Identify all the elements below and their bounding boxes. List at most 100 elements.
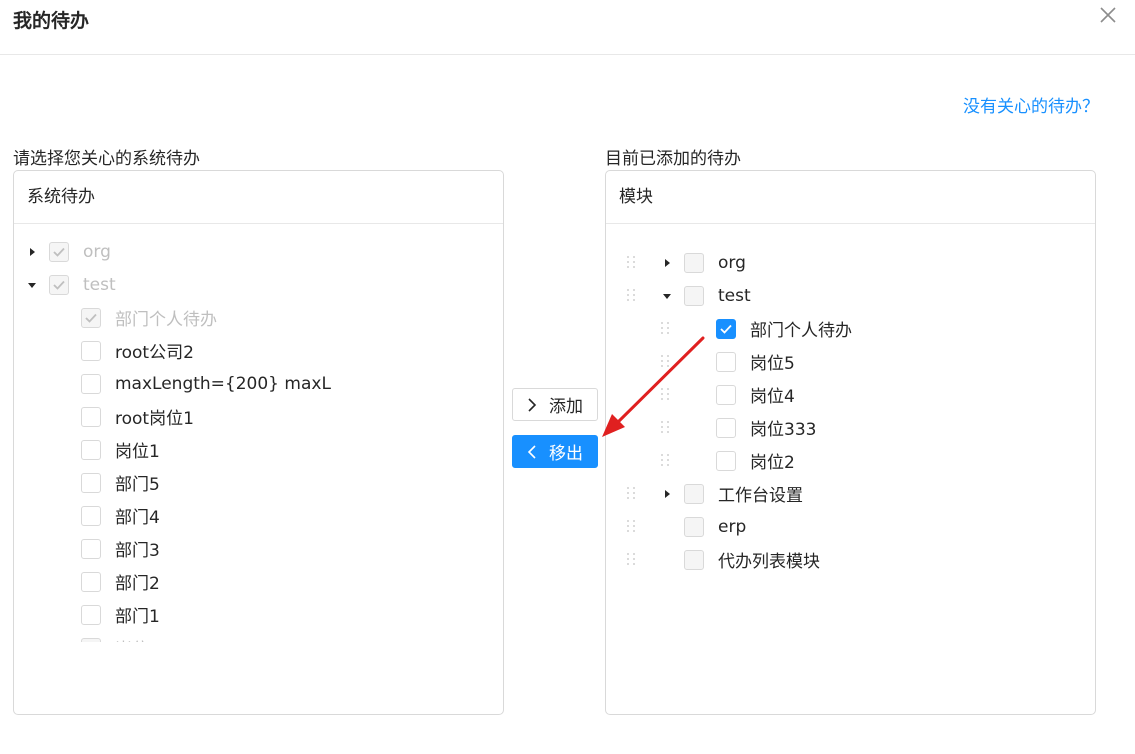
caret-down-icon[interactable] bbox=[662, 291, 672, 301]
tree-node[interactable]: 部门1 bbox=[81, 598, 160, 631]
caret-right-icon[interactable] bbox=[662, 489, 672, 499]
node-checkbox[interactable] bbox=[81, 505, 101, 526]
chevron-left-icon bbox=[527, 444, 537, 459]
node-label: 岗位5 bbox=[750, 354, 795, 374]
tree-node[interactable]: 部门2 bbox=[81, 565, 160, 598]
tree-node[interactable]: 代办列表模块 bbox=[662, 543, 820, 576]
node-label: root岗位1 bbox=[115, 409, 194, 429]
node-label: root公司2 bbox=[115, 343, 194, 363]
node-checkbox[interactable] bbox=[81, 373, 101, 394]
right-panel-header: 模块 bbox=[606, 171, 1095, 224]
node-label: 岗位2 bbox=[750, 453, 795, 473]
node-label: 部门2 bbox=[115, 574, 160, 594]
node-checkbox bbox=[684, 252, 704, 273]
node-label: test bbox=[83, 274, 116, 295]
drag-handle-icon[interactable] bbox=[660, 386, 672, 402]
node-label: org bbox=[83, 241, 111, 262]
tree-node[interactable]: org bbox=[27, 235, 111, 268]
caret-right-icon[interactable] bbox=[27, 247, 37, 257]
node-checkbox bbox=[684, 483, 704, 504]
modal-title: 我的待办 bbox=[13, 10, 90, 32]
node-label: 代办列表模块 bbox=[718, 552, 820, 572]
left-panel-label: 请选择您关心的系统待办 bbox=[13, 149, 200, 169]
right-panel-label: 目前已添加的待办 bbox=[605, 149, 741, 169]
node-checkbox[interactable] bbox=[81, 340, 101, 361]
tree-node[interactable]: org bbox=[662, 246, 746, 279]
node-label: 岗位333 bbox=[750, 420, 817, 440]
node-checkbox[interactable] bbox=[716, 318, 736, 339]
node-label: 岗位5 bbox=[115, 635, 160, 642]
add-button-label: 添加 bbox=[549, 397, 583, 417]
remove-button[interactable]: 移出 bbox=[512, 435, 598, 468]
node-checkbox[interactable] bbox=[81, 604, 101, 625]
node-label: 岗位4 bbox=[750, 387, 795, 407]
left-panel-header: 系统待办 bbox=[14, 171, 503, 224]
chevron-right-icon bbox=[527, 397, 537, 412]
tree-node[interactable]: 部门5 bbox=[81, 466, 160, 499]
tree-node[interactable]: 部门4 bbox=[81, 499, 160, 532]
node-label: org bbox=[718, 252, 746, 273]
drag-handle-icon[interactable] bbox=[626, 518, 638, 534]
drag-handle-icon[interactable] bbox=[626, 254, 638, 270]
tree-node[interactable]: 岗位5 bbox=[81, 631, 160, 642]
caret-down-icon[interactable] bbox=[27, 280, 37, 290]
left-panel: 系统待办 org test 部门个人待办 root公司2 maxLength={200}… bbox=[13, 170, 504, 715]
tree-node[interactable]: test bbox=[662, 279, 751, 312]
node-label: 部门个人待办 bbox=[115, 310, 217, 330]
node-checkbox bbox=[49, 274, 69, 295]
drag-handle-icon[interactable] bbox=[660, 419, 672, 435]
node-checkbox bbox=[49, 241, 69, 262]
node-checkbox bbox=[81, 307, 101, 328]
help-link[interactable]: 没有关心的待办？ bbox=[963, 92, 1099, 117]
node-label: 部门5 bbox=[115, 475, 160, 495]
node-checkbox bbox=[684, 549, 704, 570]
drag-handle-icon[interactable] bbox=[660, 353, 672, 369]
node-label: erp bbox=[718, 516, 747, 537]
node-label: 部门个人待办 bbox=[750, 321, 852, 341]
node-checkbox bbox=[684, 285, 704, 306]
node-label: test bbox=[718, 285, 751, 306]
tree-node[interactable]: 部门个人待办 bbox=[81, 301, 217, 334]
node-checkbox bbox=[81, 637, 101, 642]
tree-node[interactable]: 岗位333 bbox=[716, 411, 816, 444]
drag-handle-icon[interactable] bbox=[660, 452, 672, 468]
tree-node[interactable]: 部门个人待办 bbox=[716, 312, 852, 345]
node-checkbox[interactable] bbox=[716, 450, 736, 471]
node-label: 部门3 bbox=[115, 541, 160, 561]
drag-handle-icon[interactable] bbox=[626, 485, 638, 501]
close-icon[interactable] bbox=[1097, 6, 1119, 30]
right-panel: 模块 org test 部门个人待办 岗位5 岗位4 岗位333 岗位2 工作台设置 erp 代办… bbox=[605, 170, 1096, 715]
node-checkbox[interactable] bbox=[81, 538, 101, 559]
tree-node[interactable]: root公司2 bbox=[81, 334, 194, 367]
tree-node[interactable]: 工作台设置 bbox=[662, 477, 803, 510]
node-label: 岗位1 bbox=[115, 442, 160, 462]
node-checkbox[interactable] bbox=[716, 384, 736, 405]
node-checkbox[interactable] bbox=[716, 417, 736, 438]
node-checkbox[interactable] bbox=[716, 351, 736, 372]
remove-button-label: 移出 bbox=[549, 444, 583, 464]
node-checkbox bbox=[684, 516, 704, 537]
tree-node[interactable]: test bbox=[27, 268, 116, 301]
modal-header: 我的待办 bbox=[0, 0, 1135, 55]
tree-node[interactable]: 岗位4 bbox=[716, 378, 795, 411]
node-checkbox[interactable] bbox=[81, 571, 101, 592]
tree-node[interactable]: 岗位2 bbox=[716, 444, 795, 477]
tree-node[interactable]: 岗位5 bbox=[716, 345, 795, 378]
left-tree[interactable]: org test 部门个人待办 root公司2 maxLength={200} maxL… bbox=[14, 225, 503, 642]
drag-handle-icon[interactable] bbox=[626, 551, 638, 567]
node-label: 部门4 bbox=[115, 508, 160, 528]
node-checkbox[interactable] bbox=[81, 406, 101, 427]
right-tree[interactable]: org test 部门个人待办 岗位5 岗位4 岗位333 岗位2 工作台设置 erp 代办列表模… bbox=[606, 225, 1095, 714]
tree-node[interactable]: root岗位1 bbox=[81, 400, 194, 433]
tree-node[interactable]: 岗位1 bbox=[81, 433, 160, 466]
tree-node[interactable]: erp bbox=[662, 510, 746, 543]
drag-handle-icon[interactable] bbox=[660, 320, 672, 336]
tree-node[interactable]: 部门3 bbox=[81, 532, 160, 565]
node-label: maxLength={200} maxL bbox=[115, 373, 331, 394]
node-checkbox[interactable] bbox=[81, 439, 101, 460]
caret-right-icon[interactable] bbox=[662, 258, 672, 268]
tree-node[interactable]: maxLength={200} maxL bbox=[81, 367, 331, 400]
node-checkbox[interactable] bbox=[81, 472, 101, 493]
add-button[interactable]: 添加 bbox=[512, 388, 598, 421]
drag-handle-icon[interactable] bbox=[626, 287, 638, 303]
